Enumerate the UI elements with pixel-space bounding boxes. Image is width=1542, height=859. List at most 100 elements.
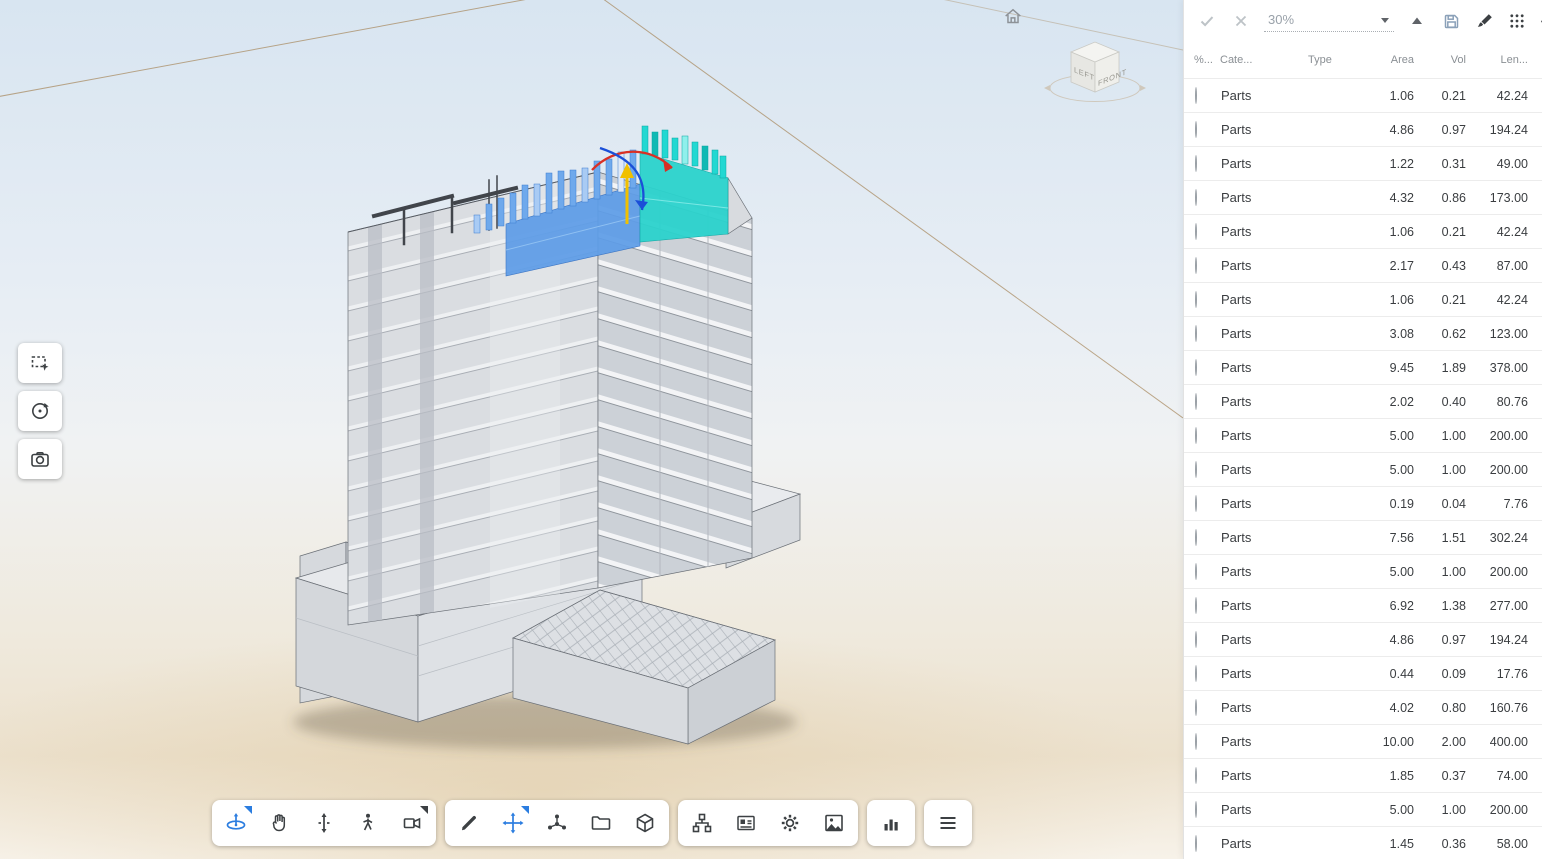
- orbit-tool-button[interactable]: [214, 800, 258, 846]
- collapse-up-button[interactable]: [1406, 10, 1428, 32]
- table-row[interactable]: Parts 1.22 0.31 49.00: [1184, 146, 1542, 180]
- confirm-button[interactable]: [1196, 10, 1218, 32]
- table-row[interactable]: Parts 1.06 0.21 42.24: [1184, 214, 1542, 248]
- row-select-radio[interactable]: [1195, 699, 1197, 716]
- main-menu-button[interactable]: [926, 800, 970, 846]
- row-select-radio[interactable]: [1195, 495, 1197, 512]
- marquee-zoom-button[interactable]: [18, 343, 62, 383]
- row-select-radio[interactable]: [1195, 529, 1197, 546]
- viewport-3d[interactable]: LEFT FRONT: [0, 0, 1183, 859]
- save-button[interactable]: [1440, 10, 1462, 32]
- nav-cube[interactable]: LEFT FRONT: [1043, 30, 1149, 112]
- row-select-radio[interactable]: [1195, 835, 1197, 852]
- row-select-radio[interactable]: [1195, 257, 1197, 274]
- row-category: Parts: [1221, 802, 1252, 817]
- table-row[interactable]: Parts 4.86 0.97 194.24: [1184, 622, 1542, 656]
- table-row[interactable]: Parts 5.00 1.00 200.00: [1184, 554, 1542, 588]
- table-row[interactable]: Parts 5.00 1.00 200.00: [1184, 792, 1542, 826]
- row-select-radio[interactable]: [1195, 223, 1197, 240]
- row-select-radio[interactable]: [1195, 427, 1197, 444]
- table-row[interactable]: Parts 1.06 0.21 42.24: [1184, 78, 1542, 112]
- move-tool-button[interactable]: [491, 800, 535, 846]
- row-area: 0.19: [1389, 496, 1414, 511]
- render-tool-button[interactable]: [812, 800, 856, 846]
- markup-tool-button[interactable]: [447, 800, 491, 846]
- reports-tool-button[interactable]: [869, 800, 913, 846]
- table-row[interactable]: Parts 9.45 1.89 378.00: [1184, 350, 1542, 384]
- explode-tool-button[interactable]: [535, 800, 579, 846]
- table-row[interactable]: Parts 3.08 0.62 123.00: [1184, 316, 1542, 350]
- row-select-radio[interactable]: [1195, 155, 1197, 172]
- row-select-radio[interactable]: [1195, 121, 1197, 138]
- files-tool-button[interactable]: [579, 800, 623, 846]
- snapshot-button[interactable]: [18, 439, 62, 479]
- row-area: 1.06: [1389, 292, 1414, 307]
- settings-tool-button[interactable]: [768, 800, 812, 846]
- row-area: 1.22: [1389, 156, 1414, 171]
- col-area[interactable]: Area: [1362, 54, 1414, 66]
- col-category[interactable]: Cate...: [1220, 54, 1308, 66]
- table-row[interactable]: Parts 1.06 0.21 42.24: [1184, 282, 1542, 316]
- row-len: 49.00: [1496, 156, 1528, 171]
- row-select-radio[interactable]: [1195, 767, 1197, 784]
- percent-dropdown[interactable]: 30%: [1264, 10, 1394, 32]
- walk-tool-button[interactable]: [346, 800, 390, 846]
- col-type[interactable]: Type: [1308, 54, 1362, 66]
- cancel-button[interactable]: [1230, 10, 1252, 32]
- row-category: Parts: [1221, 734, 1252, 749]
- row-select-radio[interactable]: [1195, 801, 1197, 818]
- row-select-radio[interactable]: [1195, 563, 1197, 580]
- row-category: Parts: [1221, 190, 1252, 205]
- app-window: LEFT FRONT 30% %... Cate... Type Area Vo…: [0, 0, 1542, 859]
- pan-tool-button[interactable]: [258, 800, 302, 846]
- table-row[interactable]: Parts 0.44 0.09 17.76: [1184, 656, 1542, 690]
- table-row[interactable]: Parts 5.00 1.00 200.00: [1184, 418, 1542, 452]
- row-select-radio[interactable]: [1195, 359, 1197, 376]
- camera-views-button[interactable]: [390, 800, 434, 846]
- table-row[interactable]: Parts 10.00 2.00 400.00: [1184, 724, 1542, 758]
- table-row[interactable]: Parts 4.02 0.80 160.76: [1184, 690, 1542, 724]
- table-row[interactable]: Parts 4.32 0.86 173.00: [1184, 180, 1542, 214]
- row-select-radio[interactable]: [1195, 87, 1197, 104]
- properties-tool-button[interactable]: [724, 800, 768, 846]
- elevation-tool-button[interactable]: [302, 800, 346, 846]
- row-vol: 1.51: [1441, 530, 1466, 545]
- table-row[interactable]: Parts 5.00 1.00 200.00: [1184, 452, 1542, 486]
- row-select-radio[interactable]: [1195, 461, 1197, 478]
- home-view-button[interactable]: [1000, 4, 1026, 30]
- hamburger-menu-icon: [940, 817, 955, 829]
- table-row[interactable]: Parts 1.85 0.37 74.00: [1184, 758, 1542, 792]
- row-select-radio[interactable]: [1195, 631, 1197, 648]
- table-row[interactable]: Parts 4.86 0.97 194.24: [1184, 112, 1542, 146]
- table-row[interactable]: Parts 7.56 1.51 302.24: [1184, 520, 1542, 554]
- row-len: 173.00: [1489, 190, 1528, 205]
- structure-tool-button[interactable]: [680, 800, 724, 846]
- table-row[interactable]: Parts 1.45 0.36 58.00: [1184, 826, 1542, 859]
- row-len: 200.00: [1489, 462, 1528, 477]
- row-select-radio[interactable]: [1195, 733, 1197, 750]
- row-len: 400.00: [1489, 734, 1528, 749]
- paint-button[interactable]: [1473, 10, 1495, 32]
- row-vol: 0.40: [1441, 394, 1466, 409]
- row-select-radio[interactable]: [1195, 189, 1197, 206]
- table-row[interactable]: Parts 6.92 1.38 277.00: [1184, 588, 1542, 622]
- row-vol: 0.31: [1441, 156, 1466, 171]
- row-len: 87.00: [1496, 258, 1528, 273]
- row-select-radio[interactable]: [1195, 597, 1197, 614]
- row-select-radio[interactable]: [1195, 325, 1197, 342]
- scene-3d-model[interactable]: [0, 0, 1183, 859]
- col-len[interactable]: Len...: [1466, 54, 1528, 66]
- orbit-mode-button[interactable]: [18, 391, 62, 431]
- table-row[interactable]: Parts 0.19 0.04 7.76: [1184, 486, 1542, 520]
- models-tool-button[interactable]: [623, 800, 667, 846]
- row-select-radio[interactable]: [1195, 291, 1197, 308]
- row-area: 5.00: [1389, 462, 1414, 477]
- col-percent[interactable]: %...: [1184, 54, 1220, 66]
- table-row[interactable]: Parts 2.02 0.40 80.76: [1184, 384, 1542, 418]
- col-vol[interactable]: Vol: [1414, 54, 1466, 66]
- table-row[interactable]: Parts 2.17 0.43 87.00: [1184, 248, 1542, 282]
- row-select-radio[interactable]: [1195, 665, 1197, 682]
- render-image-icon: [824, 814, 843, 832]
- layout-grid-button[interactable]: [1506, 10, 1528, 32]
- row-select-radio[interactable]: [1195, 393, 1197, 410]
